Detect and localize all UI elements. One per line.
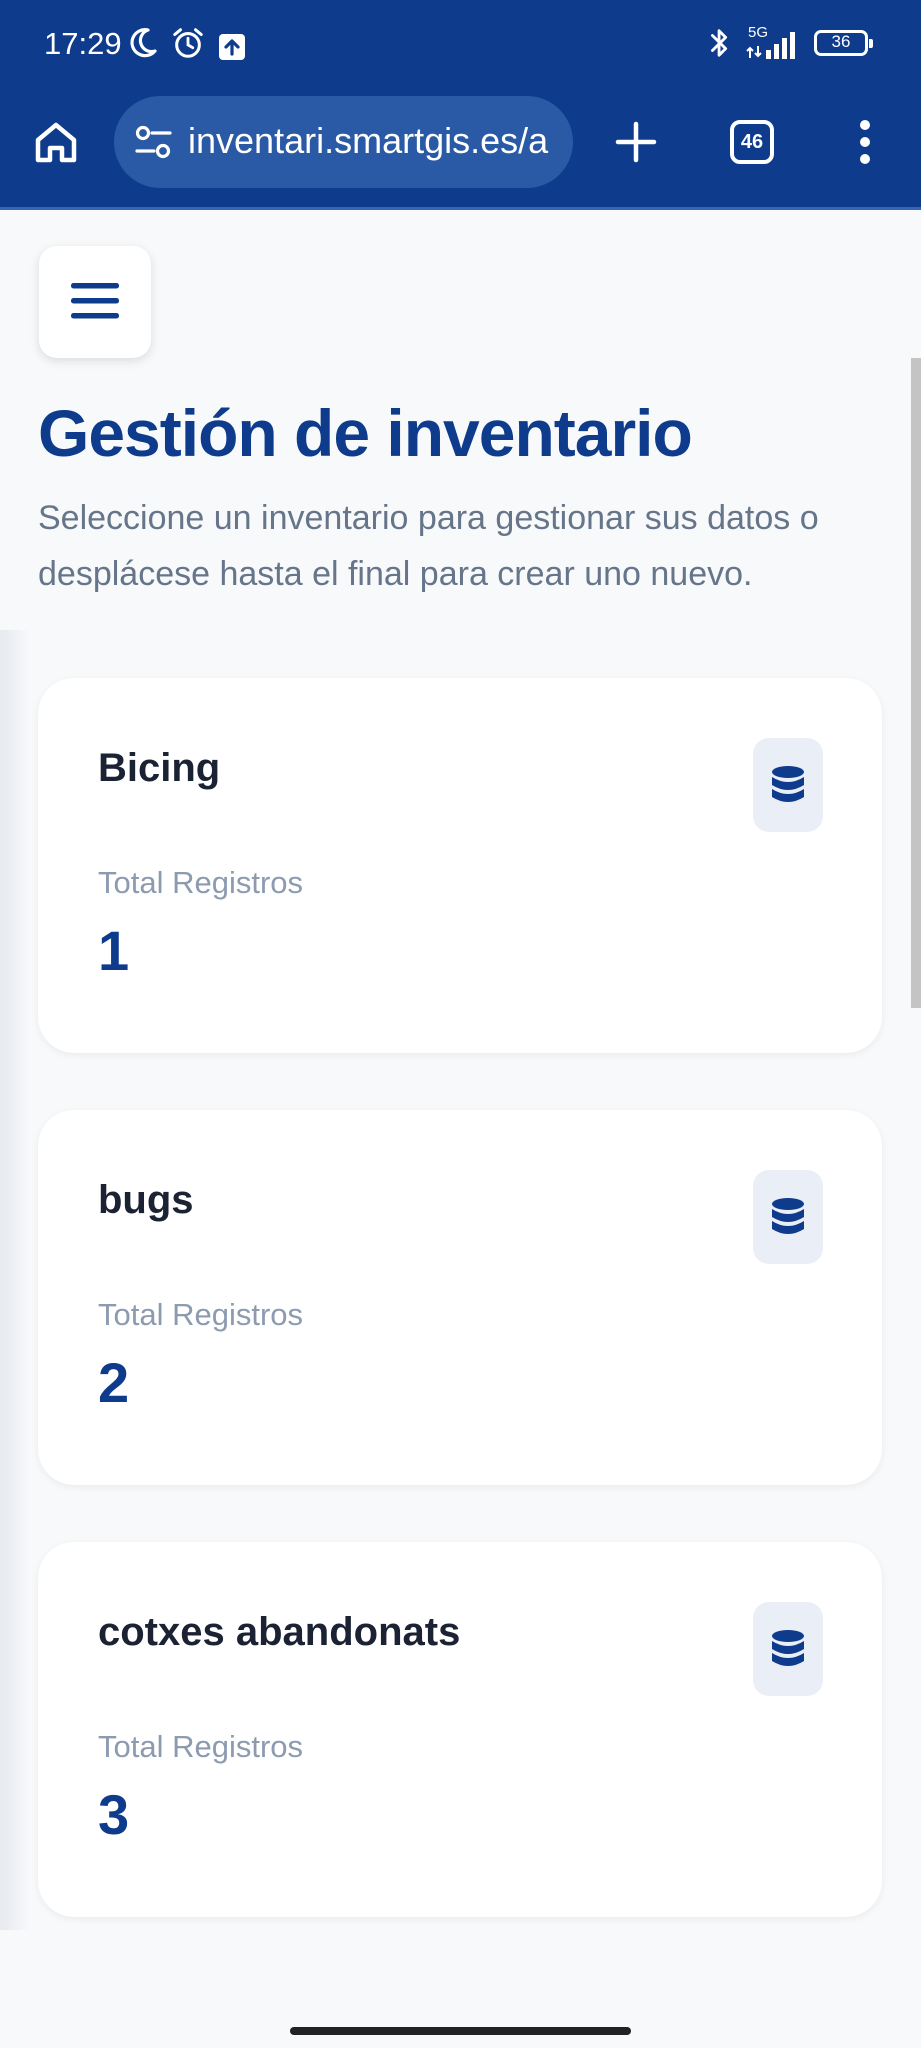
url-text[interactable]: inventari.smartgis.es/a — [188, 120, 558, 162]
inventory-name: bugs — [98, 1178, 194, 1222]
browser-toolbar: inventari.smartgis.es/a 46 — [0, 90, 921, 200]
more-vert-icon[interactable] — [850, 116, 880, 168]
record-count: 3 — [98, 1783, 130, 1846]
signal-icon — [746, 32, 795, 59]
record-count: 1 — [98, 919, 130, 982]
total-registros-label: Total Registros — [98, 1297, 304, 1332]
battery-level: 36 — [831, 32, 851, 51]
total-registros-label: Total Registros — [98, 865, 304, 900]
menu-button[interactable] — [39, 246, 151, 358]
home-icon[interactable] — [30, 116, 82, 168]
status-bar: 17:29 5G 36 — [0, 0, 921, 90]
inventory-card[interactable]: cotxes abandonats Total Registros 3 — [38, 1542, 882, 1917]
inventory-card[interactable]: Bicing Total Registros 1 — [38, 678, 882, 1053]
bluetooth-icon — [711, 29, 728, 57]
address-bar[interactable]: inventari.smartgis.es/a — [114, 96, 573, 188]
database-icon-tile — [753, 738, 823, 832]
database-icon-tile — [753, 1602, 823, 1696]
plus-icon[interactable] — [610, 116, 662, 168]
battery-icon: 36 — [814, 30, 873, 56]
site-settings-icon[interactable] — [134, 124, 174, 160]
database-icon-tile — [753, 1170, 823, 1264]
page-title: Gestión de inventario — [38, 396, 693, 470]
record-count: 2 — [98, 1351, 130, 1414]
inventory-name: cotxes abandonats — [98, 1610, 461, 1654]
page-subtitle: Seleccione un inventario para gestionar … — [38, 499, 819, 593]
gesture-bar[interactable] — [290, 2027, 631, 2035]
total-registros-label: Total Registros — [98, 1729, 304, 1764]
tabs-icon[interactable]: 46 — [730, 120, 774, 164]
hamburger-icon — [71, 283, 119, 319]
side-shadow — [0, 630, 30, 1930]
moon-icon — [130, 28, 157, 58]
inventory-card[interactable]: bugs Total Registros 2 — [38, 1110, 882, 1485]
upload-icon — [219, 34, 245, 60]
inventory-name: Bicing — [98, 746, 221, 790]
database-icon — [772, 1630, 804, 1666]
browser-chrome: 17:29 5G 36 inventari.smartgis.es/a 46 — [0, 0, 921, 210]
scrollbar[interactable] — [911, 358, 921, 1008]
status-time: 17:29 — [44, 26, 122, 61]
tab-count: 46 — [740, 131, 764, 153]
database-icon — [772, 1198, 804, 1234]
alarm-icon — [173, 28, 203, 58]
database-icon — [772, 766, 804, 802]
page-content: Gestión de inventario Seleccione un inve… — [0, 210, 921, 2048]
